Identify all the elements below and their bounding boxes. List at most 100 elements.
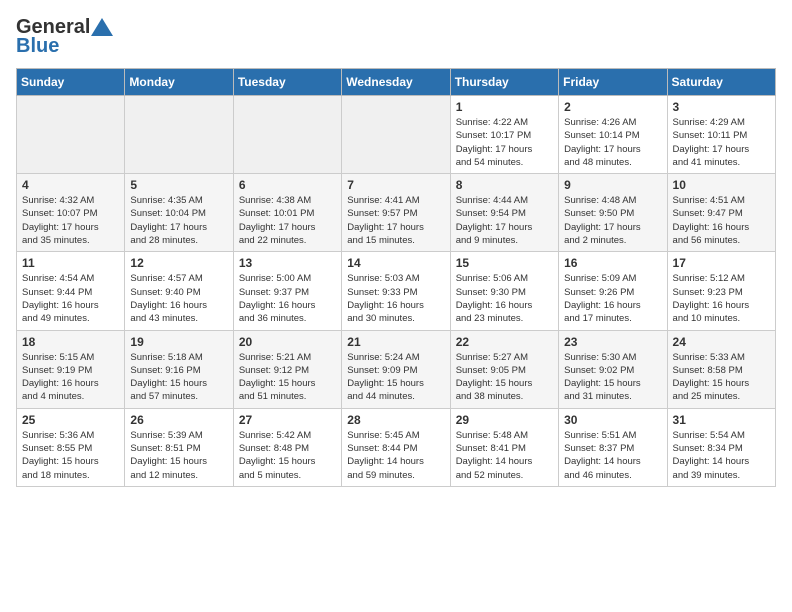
calendar-cell	[125, 96, 233, 174]
calendar-cell: 26 Sunrise: 5:39 AM Sunset: 8:51 PM Dayli…	[125, 408, 233, 486]
day-detail: Sunrise: 4:32 AM Sunset: 10:07 PM Daylig…	[22, 194, 119, 247]
calendar-cell: 3Sunrise: 4:29 AM Sunset: 10:11 PM Dayli…	[667, 96, 775, 174]
day-detail: Sunrise: 5:39 AM Sunset: 8:51 PM Dayligh…	[130, 429, 227, 482]
day-number: 24	[673, 335, 770, 349]
day-number: 27	[239, 413, 336, 427]
calendar-cell: 22 Sunrise: 5:27 AM Sunset: 9:05 PM Dayli…	[450, 330, 558, 408]
day-detail: Sunrise: 5:42 AM Sunset: 8:48 PM Dayligh…	[239, 429, 336, 482]
day-detail: Sunrise: 4:35 AM Sunset: 10:04 PM Daylig…	[130, 194, 227, 247]
day-number: 25	[22, 413, 119, 427]
header-day-saturday: Saturday	[667, 69, 775, 96]
day-detail: Sunrise: 4:41 AM Sunset: 9:57 PM Dayligh…	[347, 194, 444, 247]
header-day-friday: Friday	[559, 69, 667, 96]
day-detail: Sunrise: 4:44 AM Sunset: 9:54 PM Dayligh…	[456, 194, 553, 247]
calendar-cell: 13 Sunrise: 5:00 AM Sunset: 9:37 PM Dayli…	[233, 252, 341, 330]
calendar-cell	[342, 96, 450, 174]
day-number: 16	[564, 256, 661, 270]
day-detail: Sunrise: 5:33 AM Sunset: 8:58 PM Dayligh…	[673, 351, 770, 404]
day-detail: Sunrise: 4:26 AM Sunset: 10:14 PM Daylig…	[564, 116, 661, 169]
calendar-cell: 2 Sunrise: 4:26 AM Sunset: 10:14 PM Dayli…	[559, 96, 667, 174]
calendar-cell: 16 Sunrise: 5:09 AM Sunset: 9:26 PM Dayli…	[559, 252, 667, 330]
calendar-cell: 29 Sunrise: 5:48 AM Sunset: 8:41 PM Dayli…	[450, 408, 558, 486]
calendar-cell: 31 Sunrise: 5:54 AM Sunset: 8:34 PM Dayli…	[667, 408, 775, 486]
day-number: 20	[239, 335, 336, 349]
day-number: 31	[673, 413, 770, 427]
day-detail: Sunrise: 5:09 AM Sunset: 9:26 PM Dayligh…	[564, 272, 661, 325]
day-number: 12	[130, 256, 227, 270]
day-detail: Sunrise: 5:15 AM Sunset: 9:19 PM Dayligh…	[22, 351, 119, 404]
day-number: 4	[22, 178, 119, 192]
calendar-cell: 12 Sunrise: 4:57 AM Sunset: 9:40 PM Dayli…	[125, 252, 233, 330]
calendar-week-4: 18 Sunrise: 5:15 AM Sunset: 9:19 PM Dayli…	[17, 330, 776, 408]
header-day-thursday: Thursday	[450, 69, 558, 96]
day-number: 14	[347, 256, 444, 270]
day-number: 2	[564, 100, 661, 114]
calendar-cell	[233, 96, 341, 174]
calendar-cell: 27 Sunrise: 5:42 AM Sunset: 8:48 PM Dayli…	[233, 408, 341, 486]
day-detail: Sunrise: 4:57 AM Sunset: 9:40 PM Dayligh…	[130, 272, 227, 325]
calendar-cell: 15 Sunrise: 5:06 AM Sunset: 9:30 PM Dayli…	[450, 252, 558, 330]
day-detail: Sunrise: 5:54 AM Sunset: 8:34 PM Dayligh…	[673, 429, 770, 482]
day-detail: Sunrise: 4:48 AM Sunset: 9:50 PM Dayligh…	[564, 194, 661, 247]
day-number: 10	[673, 178, 770, 192]
calendar-cell: 30 Sunrise: 5:51 AM Sunset: 8:37 PM Dayli…	[559, 408, 667, 486]
calendar-week-5: 25 Sunrise: 5:36 AM Sunset: 8:55 PM Dayli…	[17, 408, 776, 486]
day-detail: Sunrise: 5:48 AM Sunset: 8:41 PM Dayligh…	[456, 429, 553, 482]
header-day-tuesday: Tuesday	[233, 69, 341, 96]
day-detail: Sunrise: 5:18 AM Sunset: 9:16 PM Dayligh…	[130, 351, 227, 404]
calendar-week-3: 11 Sunrise: 4:54 AM Sunset: 9:44 PM Dayli…	[17, 252, 776, 330]
calendar-cell: 23 Sunrise: 5:30 AM Sunset: 9:02 PM Dayli…	[559, 330, 667, 408]
day-detail: Sunrise: 4:22 AM Sunset: 10:17 PM Daylig…	[456, 116, 553, 169]
day-detail: Sunrise: 5:24 AM Sunset: 9:09 PM Dayligh…	[347, 351, 444, 404]
day-detail: Sunrise: 5:30 AM Sunset: 9:02 PM Dayligh…	[564, 351, 661, 404]
day-detail: Sunrise: 5:00 AM Sunset: 9:37 PM Dayligh…	[239, 272, 336, 325]
logo-triangle-icon	[91, 18, 113, 36]
day-number: 26	[130, 413, 227, 427]
header-day-sunday: Sunday	[17, 69, 125, 96]
calendar-cell: 17Sunrise: 5:12 AM Sunset: 9:23 PM Dayli…	[667, 252, 775, 330]
day-detail: Sunrise: 4:51 AM Sunset: 9:47 PM Dayligh…	[673, 194, 770, 247]
day-number: 23	[564, 335, 661, 349]
day-detail: Sunrise: 5:51 AM Sunset: 8:37 PM Dayligh…	[564, 429, 661, 482]
day-number: 18	[22, 335, 119, 349]
day-detail: Sunrise: 5:06 AM Sunset: 9:30 PM Dayligh…	[456, 272, 553, 325]
day-number: 22	[456, 335, 553, 349]
header: General Blue	[16, 16, 776, 58]
calendar-cell: 24 Sunrise: 5:33 AM Sunset: 8:58 PM Dayli…	[667, 330, 775, 408]
day-number: 9	[564, 178, 661, 192]
day-detail: Sunrise: 5:21 AM Sunset: 9:12 PM Dayligh…	[239, 351, 336, 404]
day-number: 29	[456, 413, 553, 427]
calendar-cell: 25 Sunrise: 5:36 AM Sunset: 8:55 PM Dayli…	[17, 408, 125, 486]
calendar-cell: 10 Sunrise: 4:51 AM Sunset: 9:47 PM Dayli…	[667, 174, 775, 252]
calendar-week-1: 1 Sunrise: 4:22 AM Sunset: 10:17 PM Dayli…	[17, 96, 776, 174]
calendar-cell: 9 Sunrise: 4:48 AM Sunset: 9:50 PM Daylig…	[559, 174, 667, 252]
day-number: 7	[347, 178, 444, 192]
day-detail: Sunrise: 5:12 AM Sunset: 9:23 PM Dayligh…	[673, 272, 770, 325]
calendar-cell	[17, 96, 125, 174]
calendar-cell: 4 Sunrise: 4:32 AM Sunset: 10:07 PM Dayli…	[17, 174, 125, 252]
calendar-header-row: SundayMondayTuesdayWednesdayThursdayFrid…	[17, 69, 776, 96]
calendar-cell: 11 Sunrise: 4:54 AM Sunset: 9:44 PM Dayli…	[17, 252, 125, 330]
calendar-cell: 14 Sunrise: 5:03 AM Sunset: 9:33 PM Dayli…	[342, 252, 450, 330]
day-detail: Sunrise: 4:29 AM Sunset: 10:11 PM Daylig…	[673, 116, 770, 169]
day-detail: Sunrise: 4:38 AM Sunset: 10:01 PM Daylig…	[239, 194, 336, 247]
day-detail: Sunrise: 5:03 AM Sunset: 9:33 PM Dayligh…	[347, 272, 444, 325]
day-number: 15	[456, 256, 553, 270]
calendar-cell: 20 Sunrise: 5:21 AM Sunset: 9:12 PM Dayli…	[233, 330, 341, 408]
day-number: 1	[456, 100, 553, 114]
day-number: 13	[239, 256, 336, 270]
logo: General Blue	[16, 16, 113, 58]
day-number: 21	[347, 335, 444, 349]
day-detail: Sunrise: 5:27 AM Sunset: 9:05 PM Dayligh…	[456, 351, 553, 404]
calendar-cell: 1 Sunrise: 4:22 AM Sunset: 10:17 PM Dayli…	[450, 96, 558, 174]
day-detail: Sunrise: 5:45 AM Sunset: 8:44 PM Dayligh…	[347, 429, 444, 482]
day-number: 11	[22, 256, 119, 270]
calendar-cell: 28Sunrise: 5:45 AM Sunset: 8:44 PM Dayli…	[342, 408, 450, 486]
header-day-monday: Monday	[125, 69, 233, 96]
day-number: 6	[239, 178, 336, 192]
day-number: 30	[564, 413, 661, 427]
calendar-week-2: 4 Sunrise: 4:32 AM Sunset: 10:07 PM Dayli…	[17, 174, 776, 252]
calendar-table: SundayMondayTuesdayWednesdayThursdayFrid…	[16, 68, 776, 487]
day-detail: Sunrise: 4:54 AM Sunset: 9:44 PM Dayligh…	[22, 272, 119, 325]
day-detail: Sunrise: 5:36 AM Sunset: 8:55 PM Dayligh…	[22, 429, 119, 482]
